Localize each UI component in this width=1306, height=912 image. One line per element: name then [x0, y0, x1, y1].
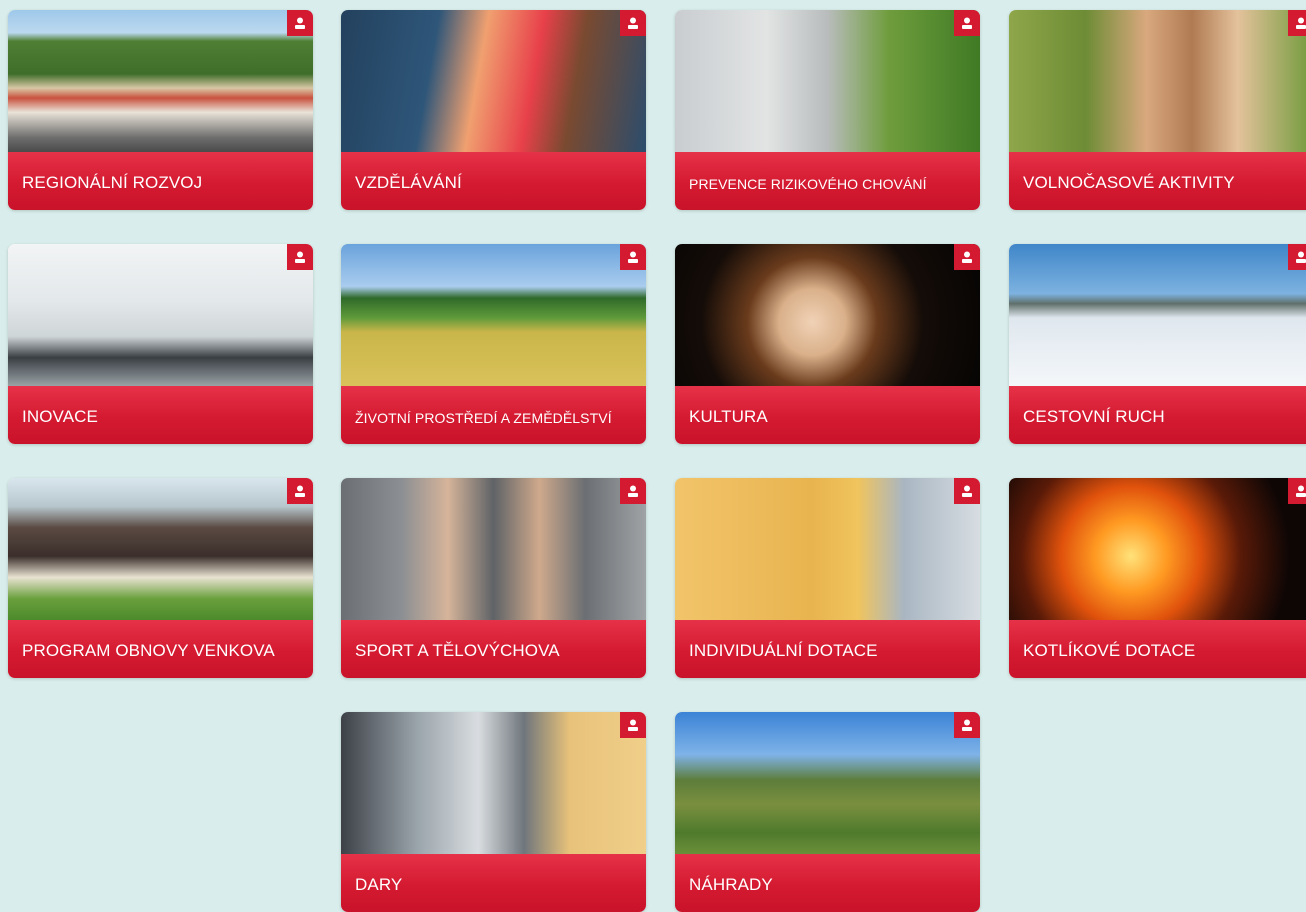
mountains-image	[675, 712, 980, 854]
tile-dary[interactable]: DARY	[341, 712, 646, 912]
user-icon[interactable]	[954, 10, 980, 36]
user-icon[interactable]	[1288, 244, 1306, 270]
tile-label: SPORT A TĚLOVÝCHOVA	[355, 641, 560, 660]
user-icon[interactable]	[620, 478, 646, 504]
tile-label: KULTURA	[689, 407, 768, 426]
fireplace-image	[1009, 478, 1306, 620]
tile-program-obnovy-venkova[interactable]: PROGRAM OBNOVY VENKOVA	[8, 478, 313, 678]
tile-volnocasove-aktivity[interactable]: VOLNOČASOVÉ AKTIVITY	[1009, 10, 1306, 210]
tile-label: VOLNOČASOVÉ AKTIVITY	[1023, 173, 1235, 192]
tile-label: KOTLÍKOVÉ DOTACE	[1023, 641, 1196, 660]
athletes-medals-image	[341, 478, 646, 620]
lab-room-image	[8, 244, 313, 386]
user-icon[interactable]	[954, 712, 980, 738]
tile-label: PROGRAM OBNOVY VENKOVA	[22, 641, 275, 660]
user-icon[interactable]	[287, 10, 313, 36]
wheat-field-image	[341, 244, 646, 386]
tile-label: VZDĚLÁVÁNÍ	[355, 173, 462, 192]
user-icon[interactable]	[620, 712, 646, 738]
user-icon[interactable]	[954, 478, 980, 504]
tile-label: CESTOVNÍ RUCH	[1023, 407, 1165, 426]
historic-building-image	[675, 478, 980, 620]
user-icon[interactable]	[620, 10, 646, 36]
tile-nahrady[interactable]: NÁHRADY	[675, 712, 980, 912]
tile-kotlikove-dotace[interactable]: KOTLÍKOVÉ DOTACE	[1009, 478, 1306, 678]
tile-label: NÁHRADY	[689, 875, 773, 894]
tile-label: INOVACE	[22, 407, 98, 426]
tile-grid: REGIONÁLNÍ ROZVOJ VZDĚLÁVÁNÍ PREVENCE RI…	[0, 0, 1306, 912]
tile-zivotni-prostredi[interactable]: ŽIVOTNÍ PROSTŘEDÍ A ZEMĚDĚLSTVÍ	[341, 244, 646, 444]
tile-label: ŽIVOTNÍ PROSTŘEDÍ A ZEMĚDĚLSTVÍ	[355, 410, 612, 426]
tile-label: REGIONÁLNÍ ROZVOJ	[22, 173, 203, 192]
snowy-landscape-image	[1009, 244, 1306, 386]
tile-sport-a-telovychova[interactable]: SPORT A TĚLOVÝCHOVA	[341, 478, 646, 678]
tile-cestovni-ruch[interactable]: CESTOVNÍ RUCH	[1009, 244, 1306, 444]
user-icon[interactable]	[287, 478, 313, 504]
theatre-actors-image	[675, 244, 980, 386]
user-icon[interactable]	[954, 244, 980, 270]
tile-label: INDIVIDUÁLNÍ DOTACE	[689, 641, 878, 660]
tile-prevence[interactable]: PREVENCE RIZIKOVÉHO CHOVÁNÍ	[675, 10, 980, 210]
hiking-couple-image	[1009, 10, 1306, 152]
tile-label: DARY	[355, 875, 403, 894]
glass-building-image	[341, 712, 646, 854]
tile-vzdelavani[interactable]: VZDĚLÁVÁNÍ	[341, 10, 646, 210]
user-icon[interactable]	[1288, 478, 1306, 504]
tile-regionalni-rozvoj[interactable]: REGIONÁLNÍ ROZVOJ	[8, 10, 313, 210]
user-icon[interactable]	[620, 244, 646, 270]
user-icon[interactable]	[287, 244, 313, 270]
classroom-image	[341, 10, 646, 152]
security-camera-image	[675, 10, 980, 152]
tile-label: PREVENCE RIZIKOVÉHO CHOVÁNÍ	[689, 176, 927, 192]
user-icon[interactable]	[1288, 10, 1306, 36]
tile-individualni-dotace[interactable]: INDIVIDUÁLNÍ DOTACE	[675, 478, 980, 678]
tile-kultura[interactable]: KULTURA	[675, 244, 980, 444]
town-square-image	[8, 10, 313, 152]
tile-inovace[interactable]: INOVACE	[8, 244, 313, 444]
village-house-image	[8, 478, 313, 620]
